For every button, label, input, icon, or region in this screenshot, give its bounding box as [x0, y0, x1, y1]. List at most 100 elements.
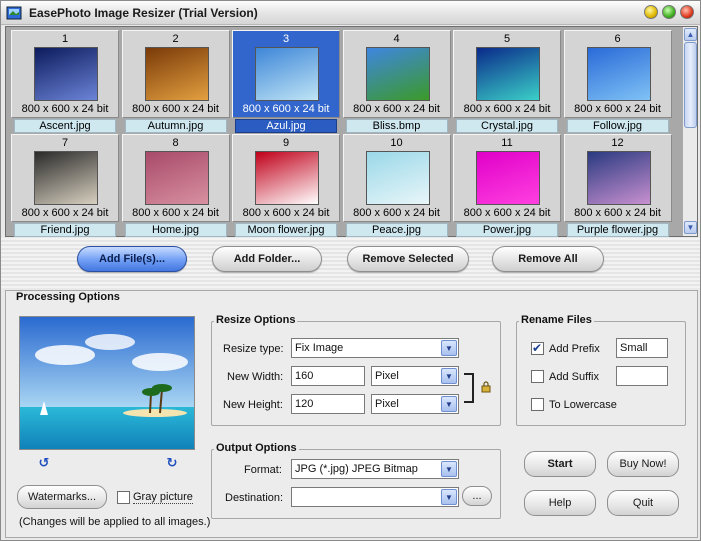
to-lowercase-label: To Lowercase — [549, 399, 617, 411]
thumbnail-image — [144, 47, 209, 101]
rotate-right-icon[interactable]: ↻ — [165, 456, 179, 470]
thumbnail-item[interactable]: 5 800 x 600 x 24 bit Crystal.jpg — [453, 30, 561, 133]
thumbnail-number: 9 — [282, 137, 290, 149]
thumbnail-image — [586, 47, 651, 101]
thumbnail-item[interactable]: 9 800 x 600 x 24 bit Moon flower.jpg — [232, 134, 340, 237]
thumbnail-item[interactable]: 10 800 x 600 x 24 bit Peace.jpg — [342, 134, 451, 237]
thumbnail-dimensions: 800 x 600 x 24 bit — [21, 103, 109, 115]
browse-button[interactable]: ... — [462, 486, 492, 506]
thumbnail-filename: Bliss.bmp — [345, 119, 448, 133]
maximize-button[interactable] — [662, 5, 676, 19]
changes-note: (Changes will be applied to all images.) — [19, 516, 211, 528]
thumbnail-filename: Azul.jpg — [235, 119, 337, 133]
thumbnail-item[interactable]: 6 800 x 600 x 24 bit Follow.jpg — [563, 30, 672, 133]
chevron-down-icon: ▼ — [441, 368, 457, 384]
thumbnail-image — [34, 151, 98, 205]
thumbnail-dimensions: 800 x 600 x 24 bit — [574, 207, 661, 219]
add-files-button[interactable]: Add File(s)... — [77, 246, 187, 272]
new-height-input[interactable]: 120 — [291, 394, 365, 414]
thumbnail-frame: 1 800 x 600 x 24 bit — [11, 30, 119, 118]
gray-picture-checkbox[interactable] — [117, 491, 130, 504]
thumbnail-filename: Crystal.jpg — [456, 119, 558, 133]
close-button[interactable] — [680, 5, 694, 19]
title-bar: EasePhoto Image Resizer (Trial Version) — [1, 1, 700, 25]
thumbnail-frame: 5 800 x 600 x 24 bit — [453, 30, 561, 118]
add-suffix-checkbox[interactable] — [531, 370, 544, 383]
thumbnail-number: 8 — [172, 137, 179, 149]
format-select[interactable]: JPG (*.jpg) JPEG Bitmap ▼ — [291, 459, 459, 479]
remove-all-button[interactable]: Remove All — [492, 246, 604, 272]
remove-selected-button[interactable]: Remove Selected — [347, 246, 469, 272]
thumbnail-number: 4 — [393, 33, 400, 45]
thumbnail-item[interactable]: 7 800 x 600 x 24 bit Friend.jpg — [11, 134, 119, 237]
thumbnail-frame: 12 800 x 600 x 24 bit — [563, 134, 672, 222]
thumbnail-image — [586, 151, 651, 205]
quit-button[interactable]: Quit — [607, 490, 679, 516]
thumbnail-frame: 4 800 x 600 x 24 bit — [342, 30, 451, 118]
rotate-left-icon[interactable]: ↺ — [37, 456, 51, 470]
thumbnail-item[interactable]: 8 800 x 600 x 24 bit Home.jpg — [121, 134, 230, 237]
new-width-input[interactable]: 160 — [291, 366, 365, 386]
thumbnail-item[interactable]: 2 800 x 600 x 24 bit Autumn.jpg — [121, 30, 230, 133]
lock-icon[interactable] — [480, 381, 492, 393]
new-width-label: New Width: — [227, 371, 284, 383]
help-button[interactable]: Help — [524, 490, 596, 516]
thumbnail-item[interactable]: 1 800 x 600 x 24 bit Ascent.jpg — [11, 30, 119, 133]
thumbnail-filename: Follow.jpg — [566, 119, 669, 133]
thumbnail-item[interactable]: 3 800 x 600 x 24 bit Azul.jpg — [232, 30, 340, 133]
chevron-down-icon: ▼ — [441, 340, 457, 356]
app-window: EasePhoto Image Resizer (Trial Version) … — [0, 0, 701, 541]
thumbnail-scrollbar[interactable]: ▲ ▼ — [682, 27, 697, 236]
thumbnail-filename: Purple flower.jpg — [566, 223, 669, 237]
width-unit-select[interactable]: Pixel ▼ — [371, 366, 459, 386]
resize-type-select[interactable]: Fix Image ▼ — [291, 338, 459, 358]
thumbnail-item[interactable]: 4 800 x 600 x 24 bit Bliss.bmp — [342, 30, 451, 133]
thumbnail-dimensions: 800 x 600 x 24 bit — [353, 207, 440, 219]
start-button[interactable]: Start — [524, 451, 596, 477]
processing-options-title: Processing Options — [13, 291, 123, 303]
chevron-down-icon: ▼ — [441, 489, 457, 505]
thumbnail-item[interactable]: 11 800 x 600 x 24 bit Power.jpg — [453, 134, 561, 237]
to-lowercase-checkbox[interactable] — [531, 398, 544, 411]
thumbnail-dimensions: 800 x 600 x 24 bit — [353, 103, 440, 115]
thumbnail-image — [365, 47, 430, 101]
thumbnail-dimensions: 800 x 600 x 24 bit — [132, 207, 219, 219]
prefix-input[interactable]: Small — [616, 338, 668, 358]
thumbnail-image — [476, 47, 540, 101]
resize-options-title: Resize Options — [214, 314, 298, 326]
thumbnail-filename: Moon flower.jpg — [235, 223, 337, 237]
chevron-down-icon: ▼ — [441, 461, 457, 477]
thumbnail-filename: Friend.jpg — [14, 223, 116, 237]
add-prefix-checkbox[interactable] — [531, 341, 544, 355]
thumbnail-grid: 1 800 x 600 x 24 bit Ascent.jpg 2 800 x 600 … — [5, 26, 698, 237]
add-folder-button[interactable]: Add Folder... — [212, 246, 322, 272]
aspect-link-bracket — [464, 373, 474, 403]
output-options-title: Output Options — [214, 442, 299, 454]
scroll-thumb[interactable] — [684, 42, 697, 128]
new-height-label: New Height: — [223, 399, 283, 411]
scroll-up-arrow[interactable]: ▲ — [684, 28, 697, 41]
add-suffix-label: Add Suffix — [549, 371, 599, 383]
thumbnail-image — [255, 47, 319, 101]
destination-select[interactable]: ▼ — [291, 487, 459, 507]
scroll-down-arrow[interactable]: ▼ — [684, 221, 697, 234]
thumbnail-frame: 7 800 x 600 x 24 bit — [11, 134, 119, 222]
thumbnail-number: 6 — [614, 33, 621, 45]
resize-type-label: Resize type: — [223, 343, 284, 355]
format-label: Format: — [244, 464, 282, 476]
minimize-button[interactable] — [644, 5, 658, 19]
suffix-input[interactable] — [616, 366, 668, 386]
app-icon — [6, 6, 22, 20]
thumbnail-frame: 11 800 x 600 x 24 bit — [453, 134, 561, 222]
thumbnail-filename: Power.jpg — [456, 223, 558, 237]
height-unit-select[interactable]: Pixel ▼ — [371, 394, 459, 414]
thumbnail-filename: Autumn.jpg — [124, 119, 227, 133]
thumbnail-number: 10 — [390, 137, 403, 149]
buy-now-button[interactable]: Buy Now! — [607, 451, 679, 477]
thumbnail-image — [255, 151, 319, 205]
thumbnail-item[interactable]: 12 800 x 600 x 24 bit Purple flower.jpg — [563, 134, 672, 237]
thumbnail-number: 5 — [503, 33, 511, 45]
thumbnail-dimensions: 800 x 600 x 24 bit — [242, 207, 330, 219]
gray-picture-label: Gray picture — [133, 491, 193, 504]
watermarks-button[interactable]: Watermarks... — [17, 485, 107, 509]
